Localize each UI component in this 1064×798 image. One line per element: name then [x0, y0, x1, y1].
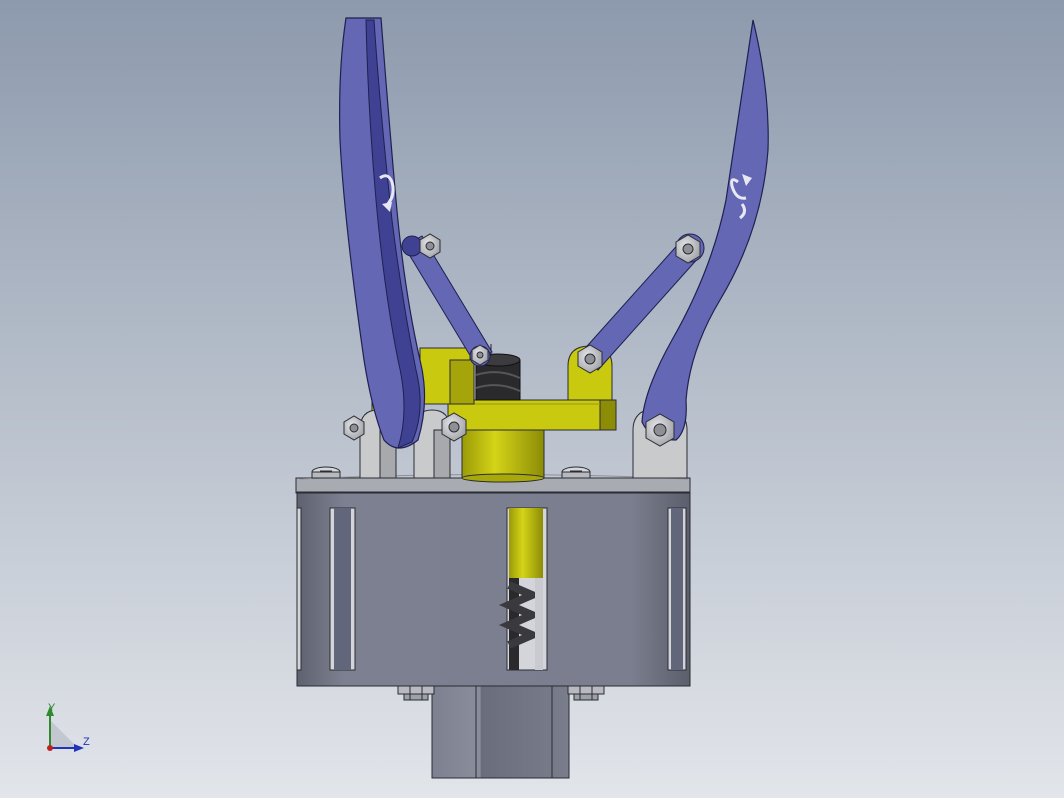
plate-screw-left[interactable] [311, 466, 341, 479]
triad-x-origin [47, 745, 53, 751]
plate-screw-right[interactable] [561, 466, 591, 479]
triad-y-label: Y [48, 702, 56, 714]
housing-cylinder[interactable] [296, 491, 691, 687]
graphics-viewport[interactable]: Y Z [0, 0, 1064, 798]
triad-z-label: Z [83, 736, 90, 748]
nut-left-link-bottom[interactable] [471, 344, 489, 366]
cad-scene[interactable]: Y Z [0, 0, 1064, 798]
bottom-shaft[interactable] [431, 683, 570, 779]
